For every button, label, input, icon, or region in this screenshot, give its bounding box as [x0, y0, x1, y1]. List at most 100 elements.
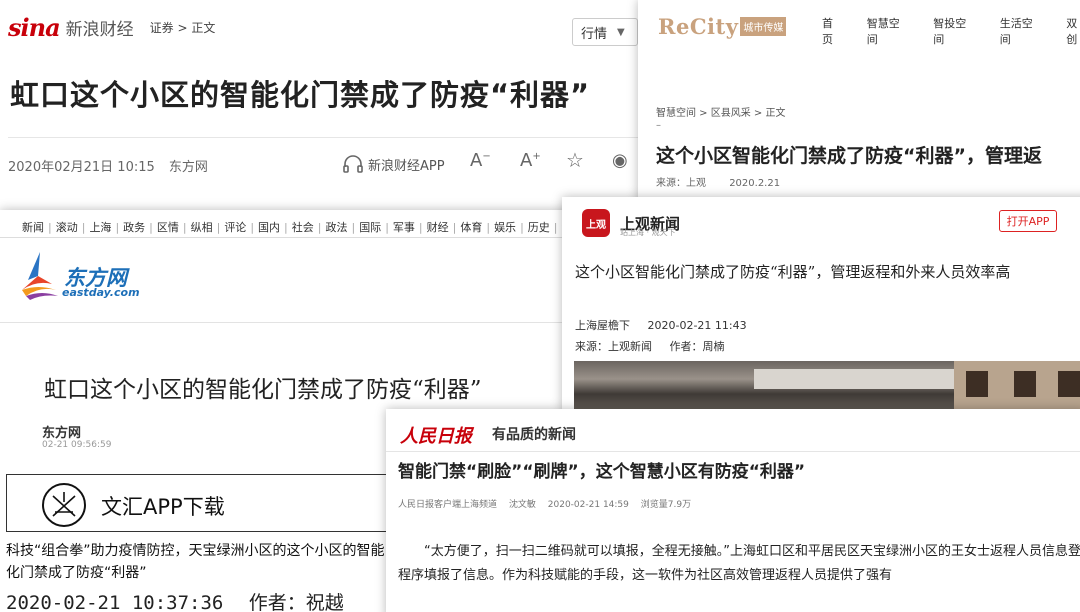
channel-separator: |: [182, 221, 187, 234]
recity-logo[interactable]: ReCity: [658, 14, 738, 39]
channel-item[interactable]: 纵相: [191, 221, 213, 234]
divider-mark: –: [656, 120, 661, 131]
breadcrumb[interactable]: 证券 > 正文: [150, 19, 216, 36]
channel-item[interactable]: 国内: [258, 221, 280, 234]
sina-app-link[interactable]: 新浪财经APP: [342, 154, 445, 174]
star-icon[interactable]: ☆: [566, 148, 584, 172]
article-photo: [574, 361, 1080, 413]
font-decrease-icon[interactable]: A−: [470, 150, 491, 171]
publish-datetime: 2020-02-21 14:59: [547, 500, 629, 510]
publish-time: 02-21 09:56:59: [42, 440, 112, 450]
page-title: 虹口这个小区的智能化门禁成了防疫“利器”: [10, 78, 591, 112]
article-meta: 来源：上观 2020.2.21: [656, 174, 780, 189]
sina-brand[interactable]: 新浪财经: [66, 15, 134, 40]
channel-item[interactable]: 娱乐: [494, 221, 516, 234]
channel-separator: |: [149, 221, 153, 234]
channel-separator: |: [250, 221, 255, 234]
channel-separator: |: [284, 221, 288, 234]
channel-separator: |: [452, 221, 457, 234]
recity-nav-items: 首页 智慧空间 智投空间 生活空间 双创: [822, 15, 1080, 47]
channel-item[interactable]: 新闻: [22, 221, 44, 234]
shangguan-article-card: 上观 上观新闻 站上海 · 观天下 打开APP 这个小区智能化门禁成了防疫“利器…: [562, 197, 1080, 413]
sina-logo[interactable]: sina: [8, 13, 61, 42]
channel-nav: 新闻 | 滚动 | 上海 | 政务 | 区情 | 纵相 | 评论 | 国内 | 社会 | 政法 | 国际 | 军事 | 财经 | 体…: [22, 219, 595, 235]
channel-separator: |: [385, 221, 389, 234]
channel-item[interactable]: 社会: [292, 221, 314, 234]
article-source: 来源：上观: [656, 178, 706, 189]
channel-item[interactable]: 滚动: [56, 221, 78, 234]
channel-item[interactable]: 区情: [157, 221, 179, 234]
app-label: 新浪财经APP: [368, 158, 445, 174]
channel-separator: |: [216, 221, 221, 234]
channel-item[interactable]: 政务: [123, 221, 145, 234]
publish-datetime: 2020-02-21 11:43: [647, 319, 747, 332]
channel-item[interactable]: 军事: [393, 221, 415, 234]
article-source: 来源：上观新闻: [575, 340, 652, 353]
photo-window: [1058, 371, 1080, 397]
eastday-logo-icon[interactable]: [16, 250, 62, 302]
article-author: 作者：周楠: [669, 340, 725, 353]
publish-date: 2020年02月21日 10:15: [8, 160, 155, 175]
view-count: 浏览量7.9万: [640, 500, 692, 510]
chevron-down-icon: ▼: [617, 26, 625, 38]
divider: [0, 237, 595, 238]
article-title: 这个小区智能化门禁成了防疫“利器”，管理返: [656, 145, 1042, 167]
wenhui-article-card: 文汇APP下载 科技“组合拳”助力疫情防控，天宝绿洲小区的这个小区的智能化门禁成…: [0, 470, 400, 612]
channel-separator: |: [48, 221, 52, 234]
open-app-button[interactable]: 打开APP: [999, 210, 1057, 232]
shangguan-logo[interactable]: 上观: [582, 209, 610, 237]
headphones-icon: [343, 155, 363, 173]
peoples-daily-slogan: 有品质的新闻: [492, 427, 576, 443]
channel-item[interactable]: 财经: [427, 221, 449, 234]
article-meta: 来源：上观新闻 作者：周楠: [575, 338, 725, 354]
article-meta: 人民日报客户端上海频道 沈文敏 2020-02-21 14:59 浏览量7.9万: [398, 497, 700, 510]
market-label: 行情: [581, 26, 608, 42]
font-increase-icon[interactable]: A+: [520, 150, 541, 171]
channel-item[interactable]: 政法: [325, 221, 347, 234]
sina-article-card: sina 新浪财经 证券 > 正文 行情 ▼ 虹口这个小区的智能化门禁成了防疫“…: [0, 0, 660, 215]
channel-separator: |: [317, 221, 322, 234]
recity-article-card: ReCity 城市传媒 首页 智慧空间 智投空间 生活空间 双创 智慧空间 > …: [638, 0, 1080, 205]
channel-separator: |: [418, 221, 423, 234]
eastday-logo-sub: eastday.com: [62, 286, 140, 299]
nav-item-smart-space[interactable]: 智慧空间: [867, 15, 911, 47]
article-title: 虹口这个小区的智能化门禁成了防疫“利器”: [44, 377, 482, 403]
market-dropdown[interactable]: 行情 ▼: [572, 18, 638, 46]
article-column-row: 上海屋檐下 2020-02-21 11:43: [575, 317, 747, 333]
publish-datetime: 2020-02-21 10:37:36: [6, 592, 224, 612]
peoples-daily-logo[interactable]: 人民日报: [400, 422, 472, 448]
divider: [386, 451, 1080, 452]
channel-item[interactable]: 评论: [224, 221, 246, 234]
article-source[interactable]: 东方网: [169, 160, 208, 175]
channel-separator: |: [553, 221, 558, 234]
article-author: 作者：祝越: [248, 592, 344, 612]
wenhui-logo-icon: [42, 483, 86, 527]
download-label: 文汇APP下载: [101, 495, 225, 519]
channel-item[interactable]: 体育: [460, 221, 482, 234]
sina-topbar: sina 新浪财经 证券 > 正文: [0, 0, 660, 54]
article-title: 这个小区智能化门禁成了防疫“利器”，管理返程和外来人员效率高: [575, 263, 1011, 281]
article-column[interactable]: 上海屋檐下: [575, 319, 630, 332]
article-meta: 2020年02月21日 10:15 东方网: [8, 156, 208, 175]
nav-item-home[interactable]: 首页: [822, 15, 844, 47]
publish-date: 2020.2.21: [729, 178, 781, 189]
photo-window: [966, 371, 988, 397]
channel-separator: |: [81, 221, 86, 234]
peoples-daily-article-card: 人民日报 有品质的新闻 智能门禁“刷脸”“刷牌”，这个智慧小区有防疫“利器” 人…: [386, 409, 1080, 612]
nav-item-invest-space[interactable]: 智投空间: [933, 15, 977, 47]
channel-item[interactable]: 国际: [359, 221, 381, 234]
article-meta: 2020-02-21 10:37:36 作者：祝越: [6, 588, 344, 612]
nav-item-life-space[interactable]: 生活空间: [1000, 15, 1044, 47]
weibo-icon[interactable]: ◉: [612, 150, 628, 171]
article-body: “太方便了，扫一扫二维码就可以填报，全程无接触。”上海虹口区和平居民区天宝绿洲小…: [398, 544, 1080, 583]
channel-item[interactable]: 历史: [528, 221, 550, 234]
article-channel: 人民日报客户端上海频道: [398, 500, 498, 510]
shangguan-slogan: 站上海 · 观天下: [620, 228, 676, 237]
app-download-banner[interactable]: 文汇APP下载: [6, 474, 392, 532]
channel-separator: |: [115, 221, 120, 234]
breadcrumb[interactable]: 智慧空间 > 区县风采 > 正文: [656, 104, 785, 119]
article-source: 东方网: [42, 426, 82, 441]
channel-separator: |: [486, 221, 491, 234]
nav-item-innovation[interactable]: 双创: [1066, 15, 1080, 47]
channel-item[interactable]: 上海: [89, 221, 111, 234]
